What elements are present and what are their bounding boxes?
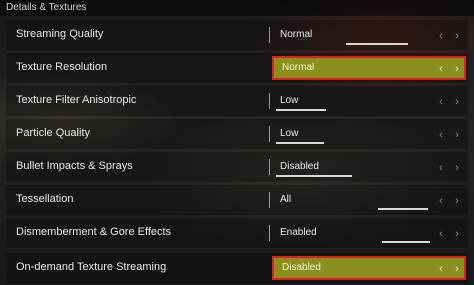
chevron-left-icon[interactable]: ‹ — [436, 96, 446, 108]
chevron-right-icon[interactable]: › — [452, 162, 462, 174]
section-title: Details & Textures — [6, 2, 87, 13]
setting-value-selector[interactable]: Low ‹ › — [272, 122, 466, 146]
setting-label: On-demand Texture Streaming — [16, 261, 167, 273]
setting-value: Enabled — [280, 227, 317, 238]
setting-value-selector[interactable]: Normal ‹ › — [272, 56, 466, 80]
divider — [269, 93, 270, 109]
setting-value: Disabled — [282, 262, 321, 273]
setting-label: Tessellation — [16, 193, 74, 205]
setting-value: All — [280, 194, 292, 205]
chevron-left-icon[interactable]: ‹ — [436, 129, 446, 141]
chevron-right-icon[interactable]: › — [452, 195, 462, 207]
divider — [269, 27, 270, 43]
setting-value: Low — [280, 128, 299, 139]
setting-row-tessellation[interactable]: Tessellation All ‹ › — [6, 185, 468, 215]
value-indicator-bar — [382, 241, 430, 243]
setting-label: Bullet Impacts & Sprays — [16, 160, 133, 172]
setting-value: Low — [280, 95, 299, 106]
chevron-left-icon[interactable]: ‹ — [436, 162, 446, 174]
setting-row-texture-resolution[interactable]: Texture Resolution Normal ‹ › — [6, 53, 468, 83]
chevron-right-icon[interactable]: › — [452, 228, 462, 240]
setting-label: Particle Quality — [16, 127, 90, 139]
value-indicator-bar — [346, 43, 408, 45]
setting-value: Normal — [282, 62, 315, 73]
chevron-left-icon[interactable]: ‹ — [436, 30, 446, 42]
setting-row-particle-quality[interactable]: Particle Quality Low ‹ › — [6, 119, 468, 149]
chevron-left-icon[interactable]: ‹ — [436, 263, 446, 275]
chevron-right-icon[interactable]: › — [452, 96, 462, 108]
setting-row-bullet-impacts-sprays[interactable]: Bullet Impacts & Sprays Disabled ‹ › — [6, 152, 468, 182]
setting-value-selector[interactable]: All ‹ › — [272, 188, 466, 212]
value-indicator-bar — [276, 142, 324, 144]
setting-row-dismemberment-gore[interactable]: Dismemberment & Gore Effects Enabled ‹ › — [6, 218, 468, 248]
setting-value-selector[interactable]: Enabled ‹ › — [272, 221, 466, 245]
setting-value: Disabled — [280, 161, 319, 172]
divider — [269, 192, 270, 208]
chevron-left-icon[interactable]: ‹ — [436, 228, 446, 240]
value-indicator-bar — [276, 109, 326, 111]
value-indicator-bar — [378, 208, 428, 210]
chevron-left-icon[interactable]: ‹ — [436, 195, 446, 207]
setting-row-on-demand-texture-streaming[interactable]: On-demand Texture Streaming Disabled ‹ › — [6, 253, 468, 283]
setting-value-selector[interactable]: Normal ‹ › — [272, 23, 466, 47]
setting-value-selector[interactable]: Disabled ‹ › — [272, 155, 466, 179]
divider — [269, 225, 270, 241]
divider — [269, 159, 270, 175]
chevron-right-icon[interactable]: › — [452, 30, 462, 42]
value-indicator-bar — [276, 175, 352, 177]
chevron-right-icon[interactable]: › — [452, 263, 462, 275]
setting-label: Streaming Quality — [16, 28, 104, 40]
chevron-right-icon[interactable]: › — [452, 129, 462, 141]
section-header: Details & Textures — [0, 0, 474, 16]
setting-label: Dismemberment & Gore Effects — [16, 226, 172, 238]
setting-value: Normal — [280, 29, 313, 40]
setting-value-selector[interactable]: Disabled ‹ › — [272, 256, 466, 280]
setting-row-texture-filter-anisotropic[interactable]: Texture Filter Anisotropic Low ‹ › — [6, 86, 468, 116]
setting-label: Texture Resolution — [16, 61, 108, 73]
setting-label: Texture Filter Anisotropic — [16, 94, 137, 106]
chevron-left-icon[interactable]: ‹ — [436, 63, 446, 75]
divider — [269, 126, 270, 142]
setting-value-selector[interactable]: Low ‹ › — [272, 89, 466, 113]
setting-row-streaming-quality[interactable]: Streaming Quality Normal ‹ › — [6, 20, 468, 50]
chevron-right-icon[interactable]: › — [452, 63, 462, 75]
